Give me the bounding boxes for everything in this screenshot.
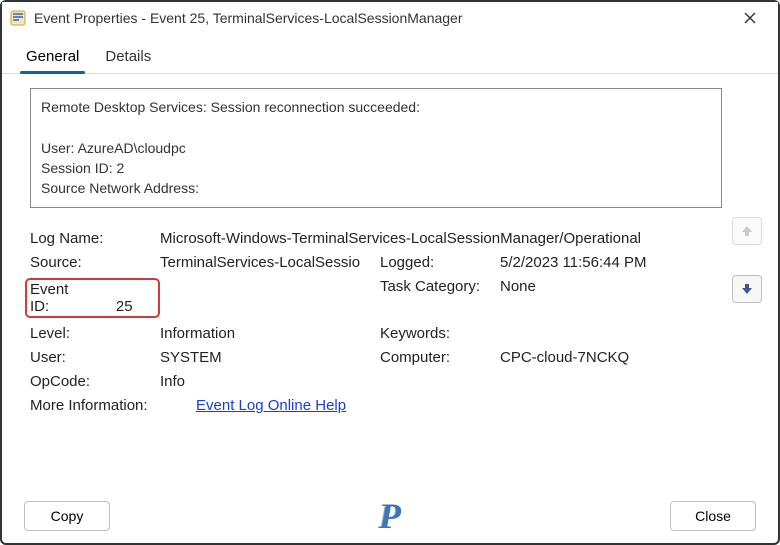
row-level-keywords: Level: Information Keywords: <box>30 325 722 342</box>
computer-label: Computer: <box>380 349 500 366</box>
arrow-up-icon <box>740 224 754 238</box>
copy-button[interactable]: Copy <box>24 501 110 531</box>
general-panel: Remote Desktop Services: Session reconne… <box>2 74 778 431</box>
logged-label: Logged: <box>380 254 500 271</box>
keywords-label: Keywords: <box>380 325 500 342</box>
row-more-info: More Information: Event Log Online Help <box>30 397 722 414</box>
source-value: TerminalServices-LocalSessio <box>160 254 380 271</box>
row-opcode: OpCode: Info <box>30 373 722 390</box>
row-source-logged: Source: TerminalServices-LocalSessio Log… <box>30 254 722 271</box>
close-button[interactable]: Close <box>670 501 756 531</box>
arrow-down-icon <box>740 282 754 296</box>
tab-strip: General Details <box>2 34 778 74</box>
level-value: Information <box>160 325 380 342</box>
log-name-value: Microsoft-Windows-TerminalServices-Local… <box>160 230 722 247</box>
close-window-button[interactable] <box>730 4 770 32</box>
user-label: User: <box>30 349 160 366</box>
window-title: Event Properties - Event 25, TerminalSer… <box>34 10 730 26</box>
logged-value: 5/2/2023 11:56:44 PM <box>500 254 722 271</box>
close-icon <box>744 12 756 24</box>
row-eventid-task: Event ID: 25 Task Category: None <box>30 278 722 318</box>
event-description[interactable]: Remote Desktop Services: Session reconne… <box>30 88 722 208</box>
tab-general[interactable]: General <box>20 42 85 73</box>
source-label: Source: <box>30 254 160 271</box>
level-label: Level: <box>30 325 160 342</box>
row-log-name: Log Name: Microsoft-Windows-TerminalServ… <box>30 230 722 247</box>
next-event-button[interactable] <box>732 275 762 303</box>
titlebar: Event Properties - Event 25, TerminalSer… <box>2 2 778 34</box>
task-category-value: None <box>500 278 722 295</box>
more-info-label: More Information: <box>30 397 190 414</box>
tab-details[interactable]: Details <box>99 42 157 73</box>
prev-event-button[interactable] <box>732 217 762 245</box>
user-value: SYSTEM <box>160 349 380 366</box>
opcode-value: Info <box>160 373 722 390</box>
event-id-highlight: Event ID: 25 <box>25 278 160 318</box>
record-nav <box>732 217 762 303</box>
event-id-label: Event ID: 25 <box>30 278 160 318</box>
task-category-label: Task Category: <box>380 278 500 295</box>
log-name-label: Log Name: <box>30 230 160 247</box>
opcode-label: OpCode: <box>30 373 160 390</box>
event-log-online-help-link[interactable]: Event Log Online Help <box>196 397 346 414</box>
dialog-footer: Copy Close <box>2 501 778 531</box>
app-icon <box>10 10 26 26</box>
computer-value: CPC-cloud-7NCKQ <box>500 349 722 366</box>
row-user-computer: User: SYSTEM Computer: CPC-cloud-7NCKQ <box>30 349 722 366</box>
event-fields: Log Name: Microsoft-Windows-TerminalServ… <box>30 230 722 414</box>
